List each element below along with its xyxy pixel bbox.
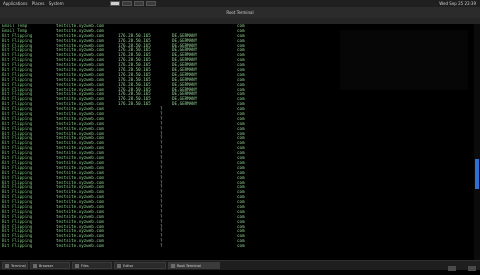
task-label: Files (81, 264, 89, 268)
workspace-3[interactable] (134, 1, 144, 6)
task-browser[interactable]: Browser (30, 262, 70, 269)
task-label: Terminal (11, 264, 26, 268)
task-terminal[interactable]: Terminal (2, 262, 28, 269)
task-label: Editor (123, 264, 134, 268)
system-tray: Wed Sep 25 23:39 (439, 1, 476, 6)
task-files[interactable]: Files (72, 262, 112, 269)
terminal-line: Bit Flipping testsite.xyzweb.com? com (0, 243, 474, 249)
task-root-terminal[interactable]: Root Terminal (168, 262, 220, 269)
task-label: Root Terminal (177, 264, 201, 268)
show-desktop-icon[interactable] (448, 266, 457, 271)
terminal-col-c4: ? (160, 243, 163, 249)
folder-icon (75, 264, 79, 268)
editor-icon (117, 264, 121, 268)
workspace-switcher[interactable] (110, 1, 160, 7)
terminal-col-c1: Bit Flipping (2, 243, 33, 249)
terminal-col-c6: com (237, 243, 245, 249)
taskbar-right (446, 262, 476, 271)
terminal-icon (5, 264, 9, 268)
terminal-col-c2: testsite.xyzweb.com (56, 243, 104, 249)
workspace-1[interactable] (110, 1, 120, 6)
window-titlebar[interactable]: Root Terminal (0, 8, 480, 25)
terminal-icon (171, 264, 175, 268)
dim-overlay (340, 30, 468, 90)
menu-applications[interactable]: Applications (3, 0, 27, 8)
terminal-scrollbar[interactable] (474, 24, 480, 260)
scrollbar-thumb[interactable] (475, 159, 479, 189)
top-panel-menu: Applications Places System (3, 0, 67, 8)
top-panel: Applications Places System Wed Sep 25 23… (0, 0, 480, 8)
menu-places[interactable]: Places (32, 0, 45, 8)
trash-icon[interactable] (468, 266, 476, 271)
menu-system[interactable]: System (49, 0, 64, 8)
workspace-4[interactable] (146, 1, 156, 6)
browser-icon (33, 264, 37, 268)
workspace-2[interactable] (122, 1, 132, 6)
window-title: Root Terminal (226, 10, 254, 15)
bottom-taskbar: Terminal Browser Files Editor Root Termi… (0, 260, 480, 271)
task-label: Browser (39, 264, 54, 268)
task-editor[interactable]: Editor (114, 262, 166, 269)
